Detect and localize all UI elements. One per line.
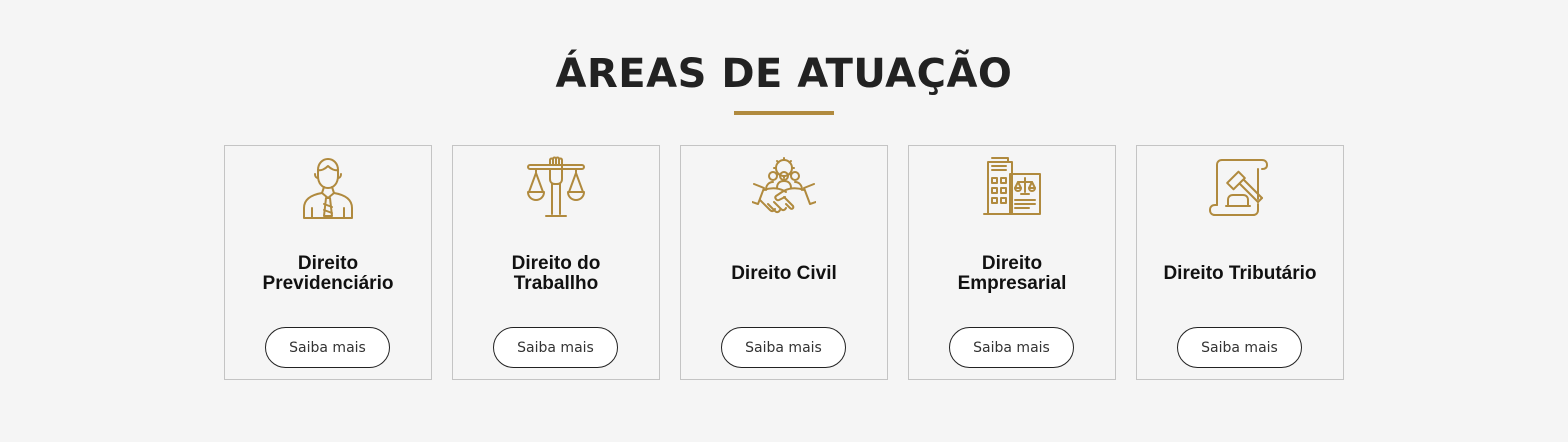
card-title: Direito Previdenciário [262,253,394,294]
practice-area-card: Direito Previdenciário Saiba mais [224,145,432,380]
practice-area-card: Direito Empresarial Saiba mais [908,145,1116,380]
section-title: ÁREAS DE ATUAÇÃO [555,51,1013,97]
saiba-mais-button[interactable]: Saiba mais [1177,327,1302,368]
gavel-document-icon [1208,156,1272,220]
card-title: Direito do Traballho [511,253,601,294]
saiba-mais-button[interactable]: Saiba mais [721,327,846,368]
businessman-icon [296,156,360,220]
practice-areas-list: Direito Previdenciário Saiba mais Direit… [224,145,1344,380]
practice-area-card: Direito Civil Saiba mais [680,145,888,380]
practice-area-card: Direito do Traballho Saiba mais [452,145,660,380]
card-title: Direito Empresarial [957,253,1067,294]
card-title: Direito Tributário [1163,263,1317,284]
building-scales-icon [980,156,1044,220]
saiba-mais-button[interactable]: Saiba mais [949,327,1074,368]
practice-area-card: Direito Tributário Saiba mais [1136,145,1344,380]
scales-fist-icon [524,156,588,220]
card-title: Direito Civil [731,263,837,284]
community-handshake-icon [752,156,816,220]
title-underline [734,111,834,115]
saiba-mais-button[interactable]: Saiba mais [493,327,618,368]
saiba-mais-button[interactable]: Saiba mais [265,327,390,368]
